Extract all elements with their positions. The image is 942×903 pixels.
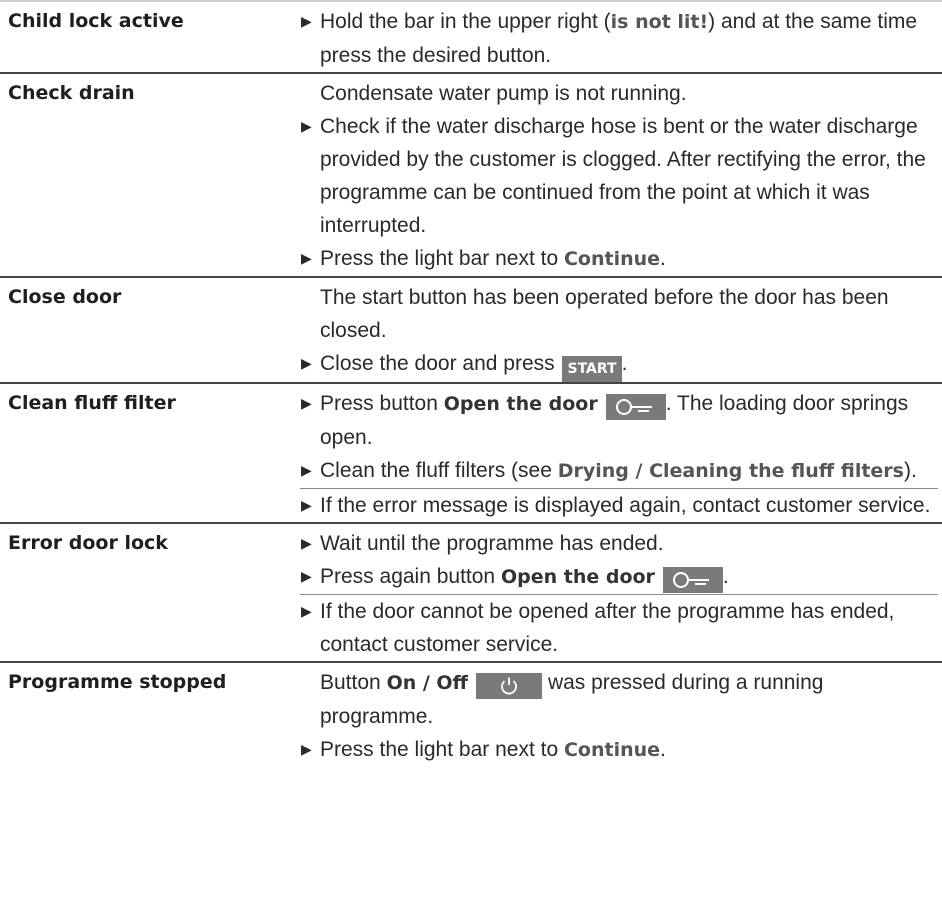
error-message: Check drain — [8, 82, 135, 104]
step-text: Wait until the programme has ended. — [320, 532, 664, 555]
remedy-group: ▶ If the error message is displayed agai… — [300, 489, 938, 522]
step-emphasis: Drying / Cleaning the fluff filters — [557, 460, 904, 482]
table-row: Error door lock ▶ Wait until the program… — [0, 524, 942, 663]
remedy-step: ▶ Press button Open the door. The loadin… — [300, 387, 938, 454]
remedy-step: ▶ If the error message is displayed agai… — [300, 489, 938, 522]
start-button-badge: START — [562, 356, 622, 382]
remedy-step: ▶ If the door cannot be opened after the… — [300, 595, 938, 661]
table-row: Programme stopped Button On / Off was pre… — [0, 663, 942, 767]
arrow-bullet-icon: ▶ — [301, 568, 312, 584]
error-message: Error door lock — [8, 532, 168, 554]
remedy-step: ▶ Clean the fluff filters (see Drying / … — [300, 454, 938, 488]
cause-text: The start button has been operated befor… — [320, 286, 889, 342]
table-row: Close door The start button has been ope… — [0, 278, 942, 384]
remedy-cause: Button On / Off was pressed during a runn… — [300, 666, 938, 733]
remedy-group: ▶ If the door cannot be opened after the… — [300, 595, 938, 661]
arrow-bullet-icon: ▶ — [301, 355, 312, 371]
remedy-group: ▶ Wait until the programme has ended. ▶ … — [300, 527, 938, 595]
cause-text: Button — [320, 671, 387, 694]
table-row: Check drain Condensate water pump is not… — [0, 74, 942, 278]
arrow-bullet-icon: ▶ — [301, 741, 312, 757]
error-message: Close door — [8, 286, 122, 308]
cause-text: Condensate water pump is not running. — [320, 82, 687, 105]
remedy-cell: The start button has been operated befor… — [300, 278, 942, 382]
remedy-step: ▶ Press the light bar next to Continue. — [300, 733, 938, 767]
remedy-cell: Button On / Off was pressed during a runn… — [300, 663, 942, 767]
remedy-group: ▶ Press button Open the door. The loadin… — [300, 387, 938, 489]
error-message: Child lock active — [8, 10, 184, 32]
arrow-bullet-icon: ▶ — [301, 250, 312, 266]
remedy-cell: ▶ Wait until the programme has ended. ▶ … — [300, 524, 942, 661]
arrow-bullet-icon: ▶ — [301, 118, 312, 134]
arrow-bullet-icon: ▶ — [301, 603, 312, 619]
step-text: . — [660, 247, 666, 270]
remedy-step: ▶ Hold the bar in the upper right (is no… — [300, 5, 938, 72]
arrow-bullet-icon: ▶ — [301, 535, 312, 551]
step-text: Clean the fluff filters (see — [320, 459, 558, 482]
arrow-bullet-icon: ▶ — [301, 13, 312, 29]
step-emphasis: is not lit! — [610, 11, 709, 33]
step-emphasis: Continue — [563, 248, 661, 270]
step-text: Hold the bar in the upper right ( — [320, 10, 611, 33]
step-text: Check if the water discharge hose is ben… — [320, 115, 926, 237]
step-emphasis: Open the door — [443, 393, 598, 415]
table-row: Child lock active ▶ Hold the bar in the … — [0, 2, 942, 74]
remedy-cell: ▶ Press button Open the door. The loadin… — [300, 384, 942, 522]
remedy-cause: Condensate water pump is not running. — [300, 77, 938, 110]
step-text: . — [660, 738, 666, 761]
open-door-key-icon — [605, 394, 666, 420]
remedy-cell: Condensate water pump is not running. ▶ … — [300, 74, 942, 276]
remedy-step: ▶ Check if the water discharge hose is b… — [300, 110, 938, 242]
step-text: Close the door and press — [320, 352, 561, 375]
error-message: Programme stopped — [8, 671, 227, 693]
table-row: Clean fluff filter ▶ Press button Open t… — [0, 384, 942, 524]
remedy-step: ▶ Press again button Open the door. — [300, 560, 938, 594]
arrow-bullet-icon: ▶ — [301, 395, 312, 411]
remedy-step: ▶ Press the light bar next to Continue. — [300, 242, 938, 276]
step-emphasis: Open the door — [500, 566, 655, 588]
arrow-bullet-icon: ▶ — [301, 462, 312, 478]
remedy-step: ▶ Close the door and press START. — [300, 347, 938, 382]
troubleshooting-table: Child lock active ▶ Hold the bar in the … — [0, 0, 942, 767]
step-text: Press again button — [320, 565, 501, 588]
step-text: Press button — [320, 392, 444, 415]
remedy-step: ▶ Wait until the programme has ended. — [300, 527, 938, 560]
step-text: If the door cannot be opened after the p… — [320, 600, 895, 656]
step-text: Press the light bar next to — [320, 738, 564, 761]
arrow-bullet-icon: ▶ — [301, 497, 312, 513]
step-text: ). — [903, 459, 917, 482]
step-text: . — [621, 352, 628, 375]
remedy-cell: ▶ Hold the bar in the upper right (is no… — [300, 2, 942, 72]
remedy-cause: The start button has been operated befor… — [300, 281, 938, 347]
open-door-key-icon — [662, 567, 723, 593]
error-message: Clean fluff filter — [8, 392, 176, 414]
step-text: If the error message is displayed again,… — [320, 494, 931, 517]
step-emphasis: On / Off — [386, 672, 468, 694]
step-text: Press the light bar next to — [320, 247, 564, 270]
step-text: . — [722, 565, 729, 588]
step-emphasis: Continue — [563, 739, 661, 761]
power-icon — [475, 673, 542, 699]
